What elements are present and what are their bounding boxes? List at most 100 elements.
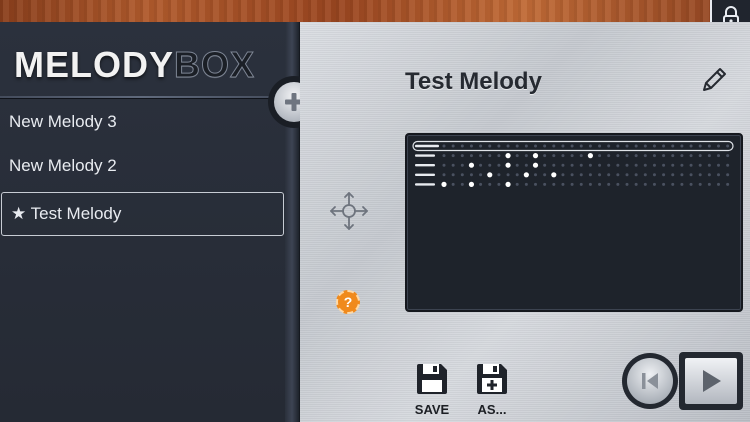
note-cell[interactable] bbox=[616, 173, 620, 177]
note-cell[interactable] bbox=[552, 163, 556, 167]
note-cell[interactable] bbox=[460, 154, 464, 158]
note-cell[interactable] bbox=[652, 173, 656, 177]
note-cell[interactable] bbox=[717, 163, 720, 167]
note-cell[interactable] bbox=[634, 144, 638, 148]
note-cell[interactable] bbox=[698, 144, 702, 148]
note-cell[interactable] bbox=[579, 182, 583, 186]
note-cell[interactable] bbox=[588, 144, 592, 148]
note-cell[interactable] bbox=[707, 173, 711, 177]
note-cell[interactable] bbox=[689, 144, 693, 148]
note-cell[interactable] bbox=[717, 154, 720, 158]
note-cell[interactable] bbox=[616, 144, 620, 148]
note-cell[interactable] bbox=[552, 154, 556, 158]
note-cell[interactable] bbox=[561, 154, 565, 158]
note-cell[interactable] bbox=[643, 182, 647, 186]
note-cell[interactable] bbox=[671, 173, 675, 177]
note-cell[interactable] bbox=[707, 182, 711, 186]
note-active[interactable] bbox=[505, 153, 511, 159]
note-cell[interactable] bbox=[588, 173, 592, 177]
note-cell[interactable] bbox=[698, 173, 702, 177]
note-cell[interactable] bbox=[726, 182, 730, 186]
note-cell[interactable] bbox=[479, 144, 483, 148]
note-cell[interactable] bbox=[634, 154, 638, 158]
note-cell[interactable] bbox=[680, 144, 684, 148]
note-cell[interactable] bbox=[625, 144, 629, 148]
note-cell[interactable] bbox=[488, 182, 492, 186]
note-cell[interactable] bbox=[543, 163, 547, 167]
note-cell[interactable] bbox=[698, 182, 702, 186]
note-active[interactable] bbox=[587, 153, 593, 159]
note-cell[interactable] bbox=[479, 173, 483, 177]
note-active[interactable] bbox=[523, 172, 529, 178]
note-cell[interactable] bbox=[625, 163, 629, 167]
note-cell[interactable] bbox=[488, 154, 492, 158]
note-active[interactable] bbox=[468, 181, 475, 187]
note-cell[interactable] bbox=[579, 163, 583, 167]
melody-list-item-selected[interactable]: ★ Test Melody bbox=[1, 192, 284, 236]
note-cell[interactable] bbox=[552, 182, 556, 186]
note-cell[interactable] bbox=[625, 154, 629, 158]
note-active[interactable] bbox=[468, 162, 475, 168]
move-handle[interactable] bbox=[328, 190, 370, 237]
note-cell[interactable] bbox=[534, 173, 537, 177]
note-cell[interactable] bbox=[607, 182, 611, 186]
note-cell[interactable] bbox=[570, 182, 574, 186]
note-grid-canvas[interactable] bbox=[407, 135, 741, 310]
note-cell[interactable] bbox=[607, 163, 611, 167]
note-cell[interactable] bbox=[497, 173, 501, 177]
note-cell[interactable] bbox=[607, 144, 611, 148]
note-cell[interactable] bbox=[561, 144, 565, 148]
note-cell[interactable] bbox=[643, 173, 647, 177]
note-cell[interactable] bbox=[598, 154, 602, 158]
note-cell[interactable] bbox=[588, 163, 592, 167]
note-cell[interactable] bbox=[662, 144, 666, 148]
note-cell[interactable] bbox=[625, 182, 629, 186]
note-cell[interactable] bbox=[717, 144, 720, 148]
note-cell[interactable] bbox=[616, 182, 620, 186]
note-cell[interactable] bbox=[643, 144, 647, 148]
note-active[interactable] bbox=[505, 162, 511, 168]
note-cell[interactable] bbox=[707, 144, 711, 148]
save-button[interactable]: SAVE bbox=[412, 362, 452, 417]
note-cell[interactable] bbox=[497, 154, 501, 158]
note-cell[interactable] bbox=[561, 182, 565, 186]
note-cell[interactable] bbox=[671, 154, 675, 158]
note-cell[interactable] bbox=[598, 144, 602, 148]
note-cell[interactable] bbox=[515, 154, 519, 158]
note-cell[interactable] bbox=[598, 163, 602, 167]
note-cell[interactable] bbox=[561, 173, 565, 177]
note-cell[interactable] bbox=[570, 173, 574, 177]
note-cell[interactable] bbox=[497, 163, 501, 167]
note-cell[interactable] bbox=[634, 163, 638, 167]
note-active[interactable] bbox=[551, 172, 557, 178]
note-cell[interactable] bbox=[717, 173, 720, 177]
note-cell[interactable] bbox=[515, 173, 519, 177]
note-active[interactable] bbox=[505, 181, 511, 187]
note-cell[interactable] bbox=[479, 154, 483, 158]
note-active[interactable] bbox=[487, 172, 493, 178]
note-cell[interactable] bbox=[451, 144, 455, 148]
note-cell[interactable] bbox=[616, 163, 620, 167]
note-cell[interactable] bbox=[497, 182, 501, 186]
note-cell[interactable] bbox=[570, 163, 574, 167]
note-cell[interactable] bbox=[469, 144, 473, 148]
note-active[interactable] bbox=[532, 153, 539, 159]
note-cell[interactable] bbox=[634, 182, 638, 186]
note-cell[interactable] bbox=[652, 154, 656, 158]
note-cell[interactable] bbox=[579, 173, 583, 177]
note-cell[interactable] bbox=[607, 154, 611, 158]
note-cell[interactable] bbox=[607, 173, 611, 177]
note-cell[interactable] bbox=[698, 154, 702, 158]
note-cell[interactable] bbox=[488, 163, 492, 167]
note-cell[interactable] bbox=[552, 144, 556, 148]
note-cell[interactable] bbox=[524, 154, 528, 158]
note-cell[interactable] bbox=[497, 144, 501, 148]
note-cell[interactable] bbox=[442, 163, 446, 167]
note-cell[interactable] bbox=[570, 154, 574, 158]
note-cell[interactable] bbox=[598, 182, 602, 186]
note-cell[interactable] bbox=[579, 144, 583, 148]
note-cell[interactable] bbox=[717, 182, 720, 186]
melody-list-item[interactable]: New Melody 3 bbox=[0, 100, 285, 144]
note-cell[interactable] bbox=[460, 144, 464, 148]
note-cell[interactable] bbox=[506, 173, 510, 177]
